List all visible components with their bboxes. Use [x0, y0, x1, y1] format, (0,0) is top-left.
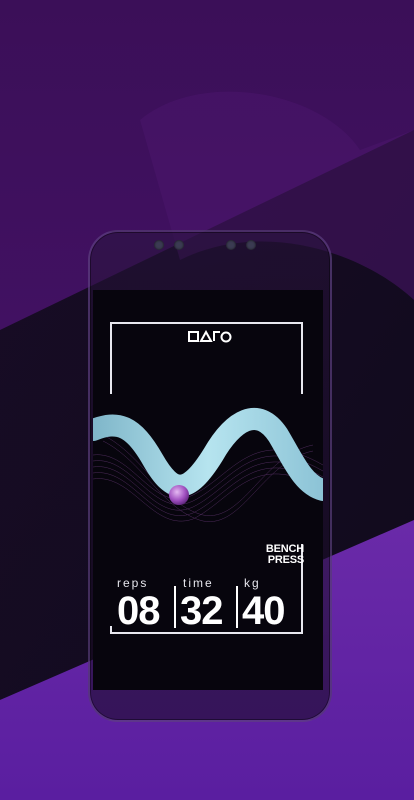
- phone-sensors: [150, 240, 270, 254]
- stat-value-reps: 08: [117, 589, 160, 633]
- exercise-title: BENCH PRESS: [254, 544, 304, 566]
- sensor-dot: [174, 240, 184, 250]
- wave-graphic: [93, 407, 323, 522]
- stat-divider: [174, 586, 176, 628]
- dano-logo-icon: [188, 330, 232, 343]
- stat-label-reps: reps: [117, 576, 149, 590]
- stat-divider: [236, 586, 238, 628]
- sensor-dot: [226, 240, 236, 250]
- sensor-dot: [246, 240, 256, 250]
- stat-value-time: 32: [180, 589, 223, 633]
- sensor-dot: [154, 240, 164, 250]
- exercise-title-line2: PRESS: [267, 554, 304, 566]
- stat-value-kg: 40: [242, 589, 285, 633]
- stat-label-kg: kg: [244, 576, 261, 590]
- stat-label-time: time: [183, 576, 214, 590]
